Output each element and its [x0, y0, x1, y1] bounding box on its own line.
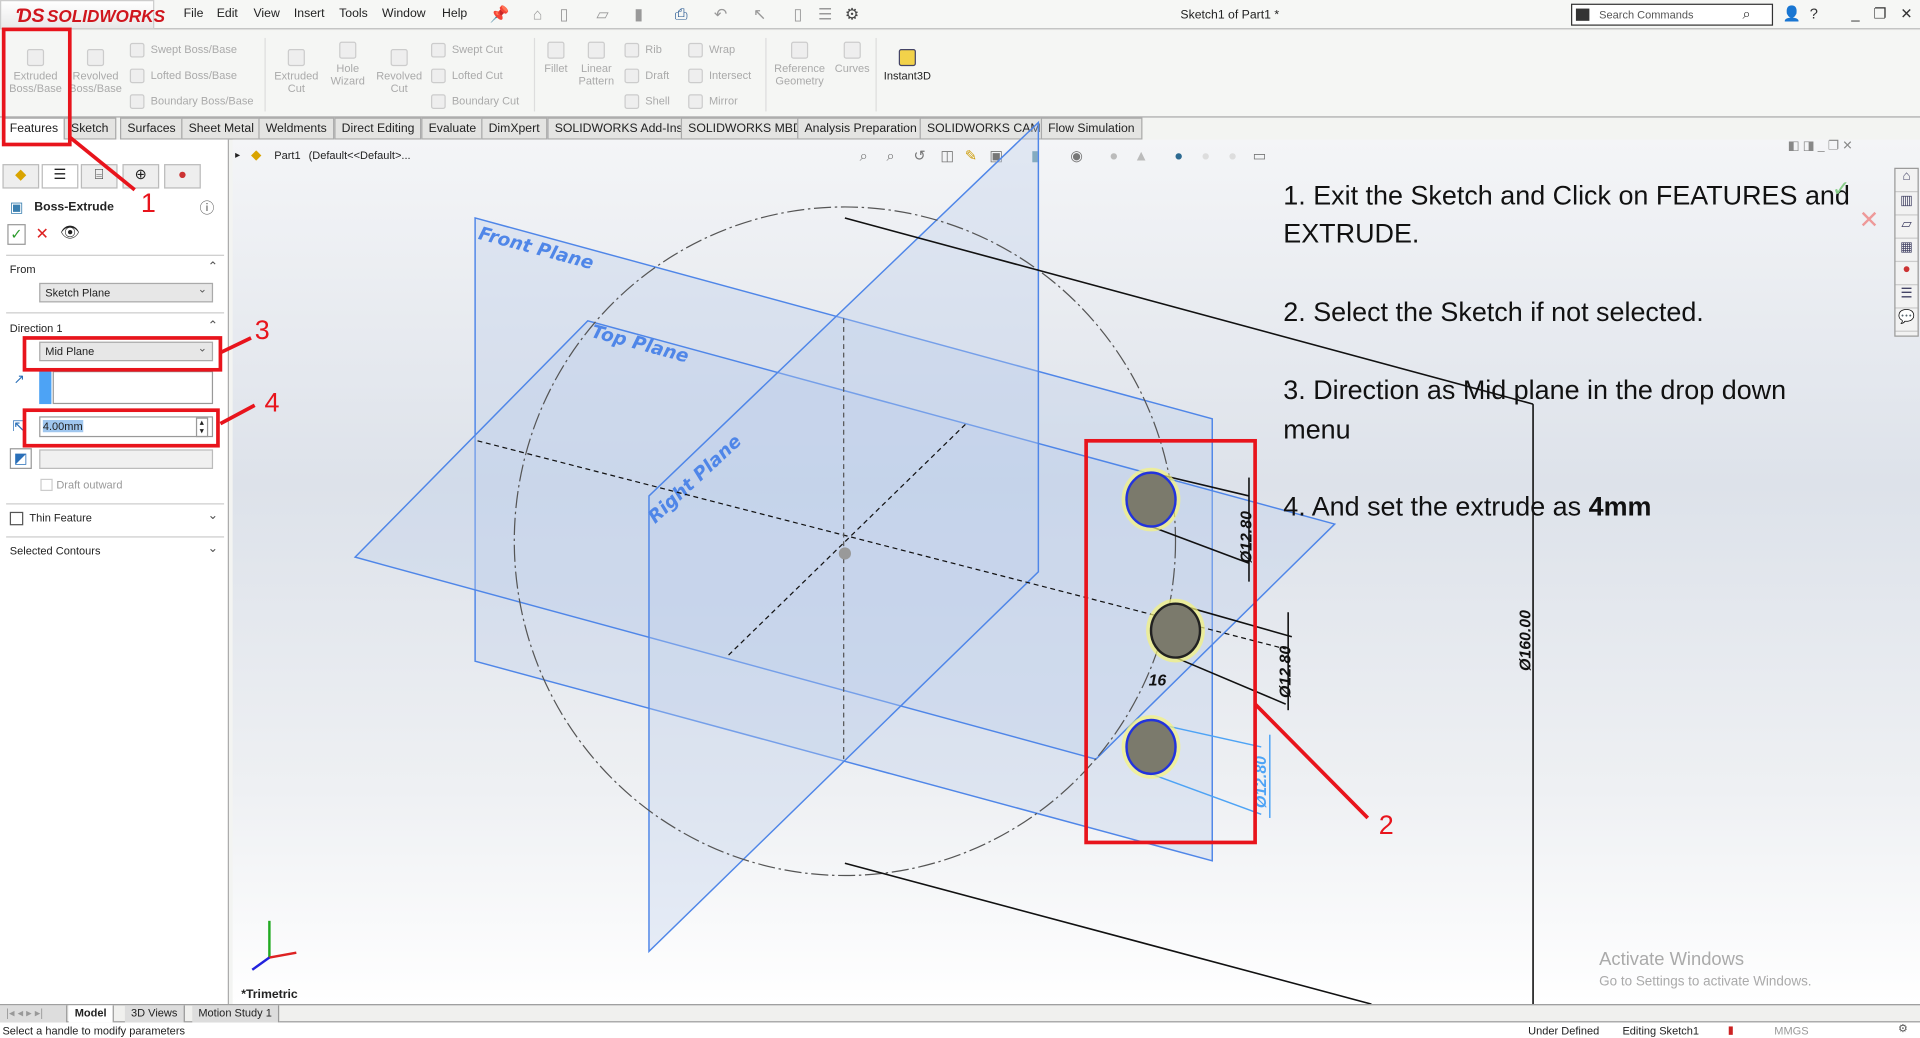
customize-icon[interactable]: ⚙: [1898, 1022, 1908, 1035]
triad-icon: [251, 920, 297, 971]
tab-3d-views[interactable]: 3D Views: [124, 1005, 185, 1023]
instruction-4-value: 4mm: [1589, 492, 1652, 522]
instruction-1a: 1. Exit the Sketch and Click on FEATURES…: [1283, 180, 1850, 210]
highlight-depth: [22, 408, 220, 448]
confirm-corner-check-icon: ✓: [1832, 176, 1850, 201]
annotation-number-2: 2: [1379, 810, 1394, 840]
model-graphics: Front Plane Top Plane Right Plane Ø12.80…: [1, 27, 1880, 1005]
units-selector[interactable]: MMGS: [1774, 1025, 1808, 1037]
tab-motion-study[interactable]: Motion Study 1: [192, 1005, 280, 1023]
dim-hole-2[interactable]: Ø12.80: [1278, 646, 1295, 698]
activate-windows-title: Activate Windows: [1599, 948, 1744, 969]
dim-hole-1[interactable]: Ø12.80: [1238, 511, 1255, 563]
highlight-extruded-boss: [1, 27, 72, 147]
pattern-count[interactable]: 16: [1149, 673, 1167, 690]
origin-icon: [838, 547, 852, 560]
status-bar: Select a handle to modify parameters Und…: [0, 1022, 1920, 1038]
instruction-4-text: 4. And set the extrude as: [1283, 492, 1588, 522]
dimension-line: [844, 862, 1372, 1005]
instruction-3b: menu: [1283, 414, 1350, 444]
instruction-1b: EXTRUDE.: [1283, 218, 1419, 248]
tab-model[interactable]: Model: [68, 1005, 114, 1023]
confirm-corner-cancel-icon: ✕: [1859, 207, 1880, 234]
highlight-mid-plane: [22, 336, 223, 372]
annotation-number-3: 3: [255, 315, 270, 345]
instructions-text: 1. Exit the Sketch and Click on FEATURES…: [1283, 180, 1850, 521]
annotation-number-4: 4: [264, 387, 279, 417]
instruction-2: 2. Select the Sketch if not selected.: [1283, 297, 1704, 327]
instruction-4: 4. And set the extrude as 4mm: [1283, 492, 1651, 522]
status-message: Select a handle to modify parameters: [2, 1024, 186, 1038]
annotation-number-1: 1: [141, 188, 156, 218]
editing-status: Editing Sketch1: [1622, 1024, 1700, 1038]
rebuild-indicator-icon: ▮: [1727, 1023, 1734, 1036]
dim-pitch-diameter[interactable]: Ø160.00: [1518, 610, 1535, 671]
activate-windows-subtitle: Go to Settings to activate Windows.: [1599, 974, 1811, 989]
bottom-tabs: |◂ ◂ ▸ ▸| Model 3D Views Motion Study 1: [0, 1004, 1920, 1023]
instruction-3a: 3. Direction as Mid plane in the drop do…: [1283, 375, 1786, 405]
sketch-state: Under Defined: [1528, 1024, 1600, 1038]
tab-scroll-arrows[interactable]: |◂ ◂ ▸ ▸|: [0, 1005, 68, 1023]
